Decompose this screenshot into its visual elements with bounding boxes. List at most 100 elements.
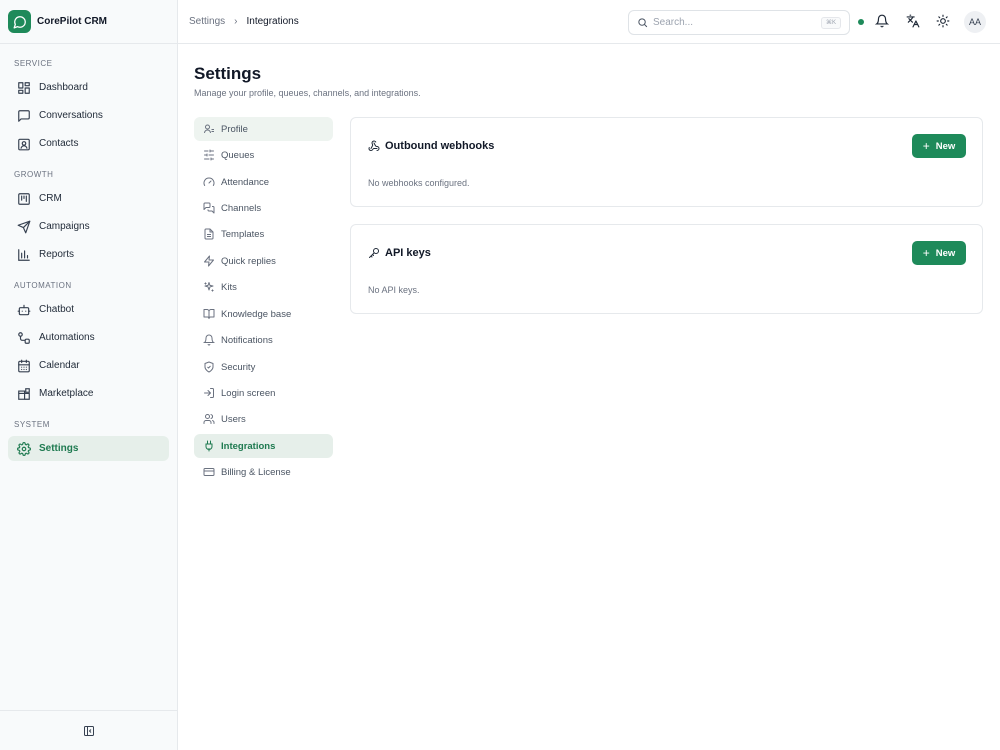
search-input[interactable] [653, 17, 803, 28]
sidebar-item-label: Settings [39, 443, 79, 454]
section-title-service: SERVICE [14, 59, 53, 68]
topbar: Settings › Integrations ⌘K AA [178, 0, 1000, 44]
user-icon [203, 123, 215, 135]
breadcrumb-settings[interactable]: Settings [189, 16, 225, 27]
sidebar-item-label: Reports [39, 249, 75, 260]
webhook-icon [368, 140, 380, 152]
calendar-icon [17, 359, 31, 373]
webhooks-empty-state: No webhooks configured. [368, 178, 470, 188]
page-subtitle: Manage your profile, queues, channels, a… [194, 88, 421, 98]
sun-icon[interactable] [936, 14, 952, 30]
collapse-sidebar-icon[interactable] [83, 725, 95, 737]
sidebar-item-label: CRM [39, 193, 62, 204]
settings-nav-label: Channels [221, 202, 262, 214]
kanban-icon [17, 192, 31, 206]
bell-icon[interactable] [875, 14, 891, 30]
new-api-key-button[interactable]: + New [912, 241, 966, 265]
blocks-icon [17, 387, 31, 401]
zap-icon [203, 255, 215, 267]
sliders-icon [203, 149, 215, 161]
settings-nav-quick-replies[interactable]: Quick replies [194, 249, 333, 273]
sidebar-item-dashboard[interactable]: Dashboard [8, 75, 169, 100]
bar-chart-icon [17, 248, 31, 262]
sidebar-item-label: Dashboard [39, 82, 88, 93]
section-title-growth: GROWTH [14, 170, 54, 179]
settings-nav-knowledge-base[interactable]: Knowledge base [194, 302, 333, 326]
settings-nav-label: Integrations [221, 440, 276, 452]
api-keys-card-header: API keys [368, 247, 431, 259]
sidebar-item-label: Contacts [39, 138, 79, 149]
translate-icon[interactable] [906, 14, 922, 30]
section-title-system: SYSTEM [14, 420, 50, 429]
api-keys-card-title: API keys [385, 247, 431, 259]
sidebar-item-contacts[interactable]: Contacts [8, 131, 169, 156]
send-icon [17, 220, 31, 234]
settings-nav-billing[interactable]: Billing & License [194, 460, 333, 484]
search-box[interactable]: ⌘K [628, 10, 850, 35]
webhooks-card-header: Outbound webhooks [368, 140, 494, 152]
users-icon [203, 413, 215, 425]
file-icon [203, 228, 215, 240]
contact-card-icon [17, 137, 31, 151]
sidebar-item-calendar[interactable]: Calendar [8, 353, 169, 378]
gauge-icon [203, 176, 215, 188]
chat-bubbles-icon [203, 202, 215, 214]
settings-nav-security[interactable]: Security [194, 355, 333, 379]
search-icon [637, 17, 648, 28]
sidebar-item-label: Campaigns [39, 221, 90, 232]
settings-nav-kits[interactable]: Kits [194, 275, 333, 299]
sidebar-item-campaigns[interactable]: Campaigns [8, 214, 169, 239]
login-icon [203, 387, 215, 399]
sidebar-item-label: Marketplace [39, 388, 94, 399]
breadcrumb-integrations: Integrations [246, 16, 299, 27]
settings-nav-queues[interactable]: Queues [194, 143, 333, 167]
book-icon [203, 308, 215, 320]
settings-nav-label: Users [221, 413, 246, 425]
settings-nav-profile[interactable]: Profile [194, 117, 333, 141]
status-indicator [858, 19, 864, 25]
sidebar-item-automations[interactable]: Automations [8, 325, 169, 350]
sidebar-item-reports[interactable]: Reports [8, 242, 169, 267]
new-api-key-button-label: New [935, 247, 956, 259]
avatar[interactable]: AA [964, 11, 986, 33]
settings-nav-attendance[interactable]: Attendance [194, 170, 333, 194]
sidebar-item-marketplace[interactable]: Marketplace [8, 381, 169, 406]
sparkles-icon [203, 281, 215, 293]
settings-nav-label: Login screen [221, 387, 276, 399]
settings-nav-label: Kits [221, 281, 237, 293]
sidebar-item-label: Chatbot [39, 304, 75, 315]
webhooks-card-title: Outbound webhooks [385, 140, 495, 152]
settings-nav-channels[interactable]: Channels [194, 196, 333, 220]
settings-nav-login-screen[interactable]: Login screen [194, 381, 333, 405]
webhooks-card: Outbound webhooks + New No webhooks conf… [350, 117, 983, 207]
plus-icon: + [922, 246, 930, 260]
brand[interactable]: CorePilot CRM [0, 0, 177, 44]
grid-icon [17, 81, 31, 95]
sidebar-item-crm[interactable]: CRM [8, 186, 169, 211]
settings-nav-label: Notifications [221, 334, 273, 346]
new-webhook-button-label: New [935, 140, 956, 152]
sidebar-item-settings[interactable]: Settings [8, 436, 169, 461]
sidebar-item-chatbot[interactable]: Chatbot [8, 297, 169, 322]
settings-nav-notifications[interactable]: Notifications [194, 328, 333, 352]
logo-icon [8, 10, 31, 33]
sidebar: CorePilot CRM SERVICE Dashboard Conversa… [0, 0, 178, 750]
sidebar-footer [0, 710, 178, 750]
settings-nav-templates[interactable]: Templates [194, 222, 333, 246]
message-icon [17, 109, 31, 123]
plus-icon: + [922, 139, 930, 153]
bell-icon [203, 334, 215, 346]
app-name: CorePilot CRM [37, 16, 107, 27]
settings-nav-integrations[interactable]: Integrations [194, 434, 333, 458]
plug-icon [203, 440, 215, 452]
search-shortcut: ⌘K [820, 17, 841, 29]
new-webhook-button[interactable]: + New [912, 134, 966, 158]
sidebar-item-conversations[interactable]: Conversations [8, 103, 169, 128]
page-title: Settings [194, 64, 262, 83]
settings-nav-label: Security [221, 361, 256, 373]
credit-card-icon [203, 466, 215, 478]
settings-nav-users[interactable]: Users [194, 407, 333, 431]
settings-nav-label: Quick replies [221, 255, 276, 267]
sidebar-item-label: Calendar [39, 360, 80, 371]
gear-icon [17, 441, 31, 456]
